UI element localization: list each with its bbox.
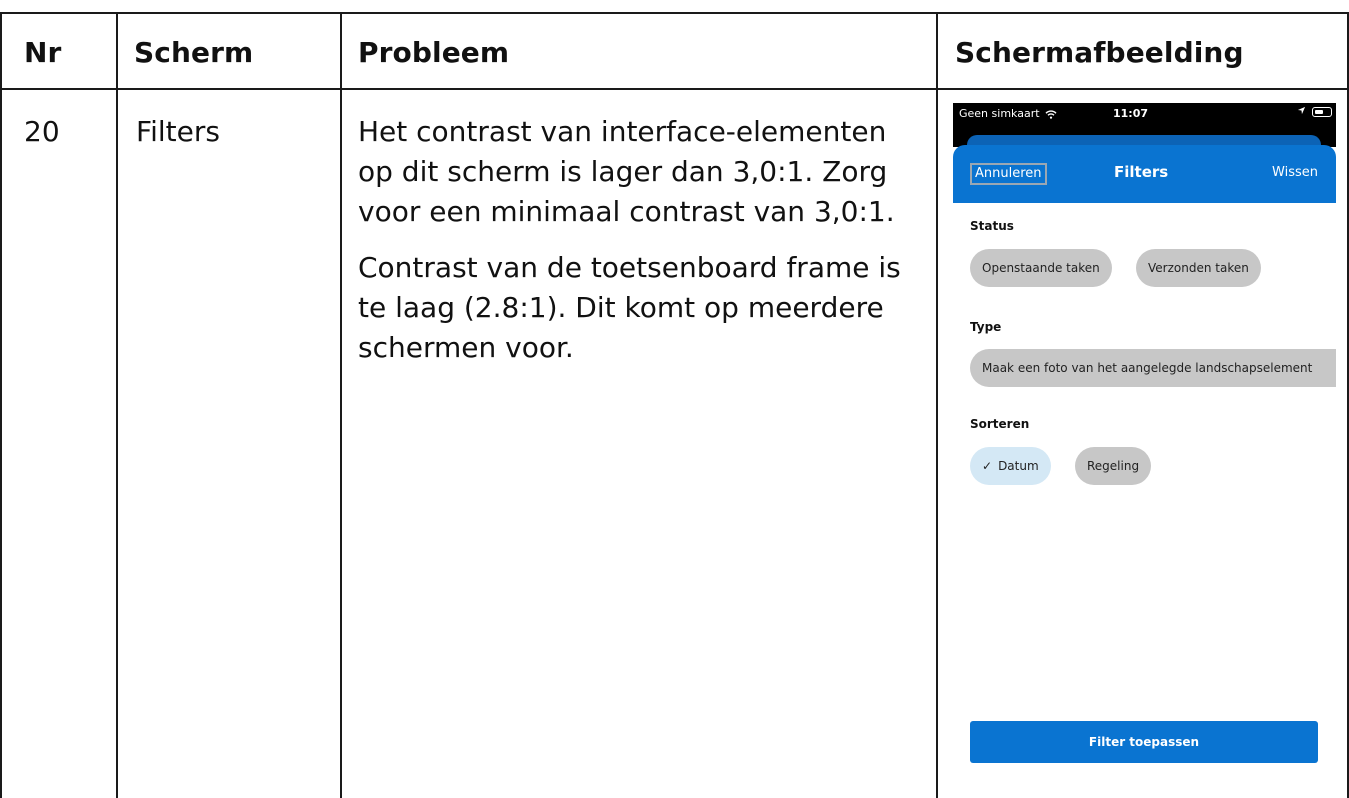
clear-button[interactable]: Wissen [1272,165,1318,180]
chip-openstaande-taken[interactable]: Openstaande taken [970,249,1112,287]
sort-section-label: Sorteren [970,417,1030,431]
column-divider-3 [936,12,938,798]
row-scherm: Filters [136,115,220,148]
location-arrow-icon [1297,106,1305,115]
status-carrier: Geen simkaart [959,107,1057,120]
carrier-label: Geen simkaart [959,107,1040,120]
chip-datum-label: Datum [998,459,1039,473]
chip-type-foto[interactable]: Maak een foto van het aangelegde landsch… [970,349,1336,387]
apply-filter-button[interactable]: Filter toepassen [970,721,1318,763]
status-time: 11:07 [1113,107,1149,120]
filters-title: Filters [1114,163,1169,181]
findings-table: Nr Scherm Probleem Schermafbeelding 20 F… [0,0,1349,798]
header-scherm: Scherm [134,36,254,69]
header-bottom-border [0,88,1349,90]
column-divider-1 [116,12,118,798]
status-section-label: Status [970,219,1014,233]
chip-datum[interactable]: ✓ Datum [970,447,1051,485]
filters-screenshot: Geen simkaart 11:07 Annuleren Filters Wi… [953,103,1336,798]
table-left-border [0,12,2,798]
cancel-button[interactable]: Annuleren [970,163,1047,185]
header-nr: Nr [24,36,62,69]
header-probleem: Probleem [358,36,510,69]
header-schermafbeelding: Schermafbeelding [955,36,1244,69]
chip-regeling[interactable]: Regeling [1075,447,1152,485]
type-section-label: Type [970,320,1002,334]
battery-icon [1312,107,1332,117]
filters-header: Annuleren Filters Wissen [953,145,1336,203]
checkmark-icon: ✓ [982,459,993,473]
probleem-paragraph-2: Contrast van de toetsenboard frame is te… [358,251,901,364]
status-right [1297,105,1332,118]
row-probleem: Het contrast van interface-elementen op … [358,112,928,368]
row-nr: 20 [24,115,60,148]
table-top-border [0,12,1349,14]
wifi-icon [1045,109,1057,119]
column-divider-2 [340,12,342,798]
probleem-paragraph-1: Het contrast van interface-elementen op … [358,115,895,228]
chip-verzonden-taken[interactable]: Verzonden taken [1136,249,1261,287]
